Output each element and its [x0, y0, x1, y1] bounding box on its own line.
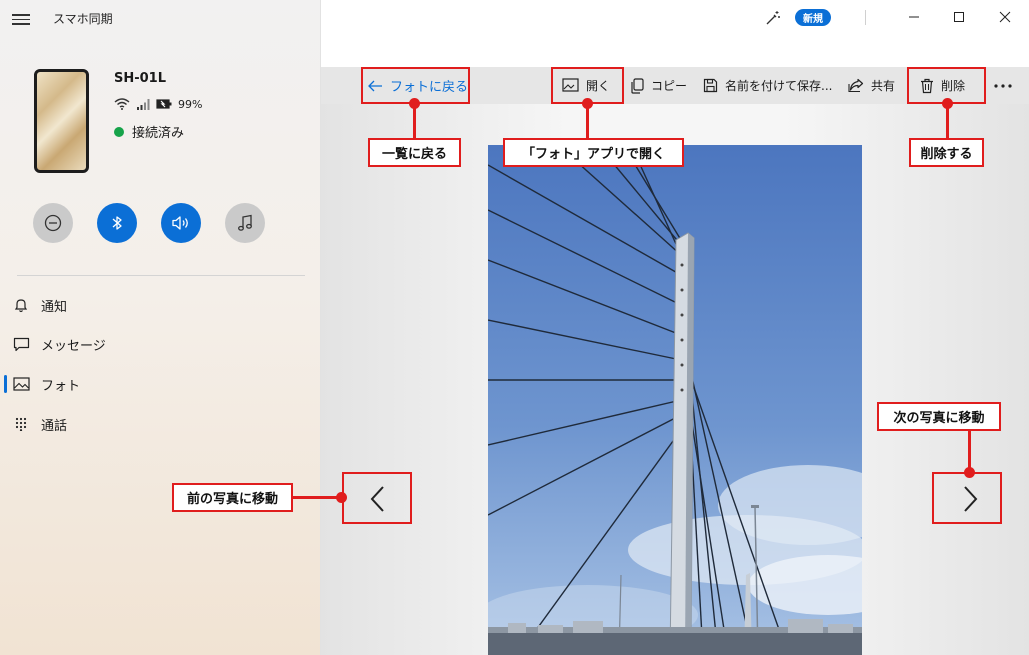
callout-dot [582, 98, 593, 109]
bluetooth-icon [112, 216, 122, 230]
sidebar-item-label: 通知 [41, 299, 68, 315]
new-badge: 新規 [795, 9, 831, 26]
save-as-label: 名前を付けて保存... [725, 79, 833, 93]
save-icon [703, 78, 718, 93]
bell-icon [12, 297, 30, 313]
do-not-disturb-icon [44, 214, 62, 232]
sidebar-item-label: フォト [41, 378, 81, 394]
callout-highlight-next [932, 472, 1002, 524]
more-options-button[interactable] [994, 67, 1012, 104]
sidebar-item-label: メッセージ [41, 338, 106, 354]
phone-sidebar: スマホ同期 SH-01L 99% 接続済み 通知 メッセージ フォト 通話 [0, 0, 321, 655]
callout-dot [942, 98, 953, 109]
share-button[interactable]: 共有 [848, 67, 895, 104]
volume-icon [172, 216, 188, 230]
copy-label: コピー [651, 79, 688, 93]
close-button[interactable] [993, 6, 1017, 28]
callout-label-open: 「フォト」アプリで開く [503, 138, 684, 167]
battery-level: 99% [178, 97, 203, 111]
connection-status-text: 接続済み [132, 126, 185, 141]
sidebar-item-photos[interactable]: フォト [0, 368, 321, 400]
title-divider [865, 10, 866, 25]
share-label: 共有 [871, 79, 896, 93]
maximize-button[interactable] [947, 6, 971, 28]
music-button[interactable] [225, 203, 265, 243]
sidebar-item-messages[interactable]: メッセージ [0, 328, 321, 360]
callout-dot [409, 98, 420, 109]
music-icon [238, 214, 252, 231]
title-bar: 新規 [321, 0, 1029, 35]
selected-indicator [4, 375, 7, 393]
menu-icon[interactable] [12, 11, 30, 27]
bluetooth-button[interactable] [97, 203, 137, 243]
callout-label-next: 次の写真に移動 [877, 402, 1001, 431]
callout-line [946, 104, 949, 138]
save-as-button[interactable]: 名前を付けて保存... [703, 67, 832, 104]
feedback-wand-icon[interactable] [765, 10, 781, 26]
photo-icon [12, 376, 30, 392]
wifi-icon [114, 98, 130, 110]
callout-line [293, 496, 342, 499]
device-name: SH-01L [114, 71, 167, 86]
callout-label-back: 一覧に戻る [368, 138, 461, 167]
photo-image [488, 145, 862, 655]
callout-line [968, 431, 971, 472]
volume-button[interactable] [161, 203, 201, 243]
dialpad-icon [12, 416, 30, 432]
minimize-button[interactable] [902, 6, 926, 28]
maximize-icon [954, 12, 964, 22]
callout-label-delete: 削除する [909, 138, 984, 167]
battery-icon [156, 99, 172, 109]
phone-image [34, 69, 89, 173]
share-icon [848, 78, 864, 93]
do-not-disturb-button[interactable] [33, 203, 73, 243]
device-status-row: 99% [114, 96, 202, 112]
message-icon [12, 336, 30, 352]
more-icon [994, 83, 1012, 88]
connected-dot-icon [114, 126, 124, 137]
sidebar-divider [17, 275, 305, 276]
callout-highlight-prev [342, 472, 412, 524]
close-icon [999, 11, 1011, 23]
photo-viewer [321, 104, 1029, 655]
callout-line [413, 104, 416, 138]
copy-icon [631, 77, 644, 94]
sidebar-item-calls[interactable]: 通話 [0, 408, 321, 440]
app-title: スマホ同期 [53, 12, 113, 26]
signal-icon [137, 99, 150, 110]
sidebar-item-notifications[interactable]: 通知 [0, 289, 321, 321]
copy-button[interactable]: コピー [631, 67, 687, 104]
sidebar-item-label: 通話 [41, 418, 68, 434]
minimize-icon [909, 16, 919, 18]
callout-label-prev: 前の写真に移動 [172, 483, 293, 512]
connection-status: 接続済み [114, 122, 184, 141]
callout-line [586, 104, 589, 138]
